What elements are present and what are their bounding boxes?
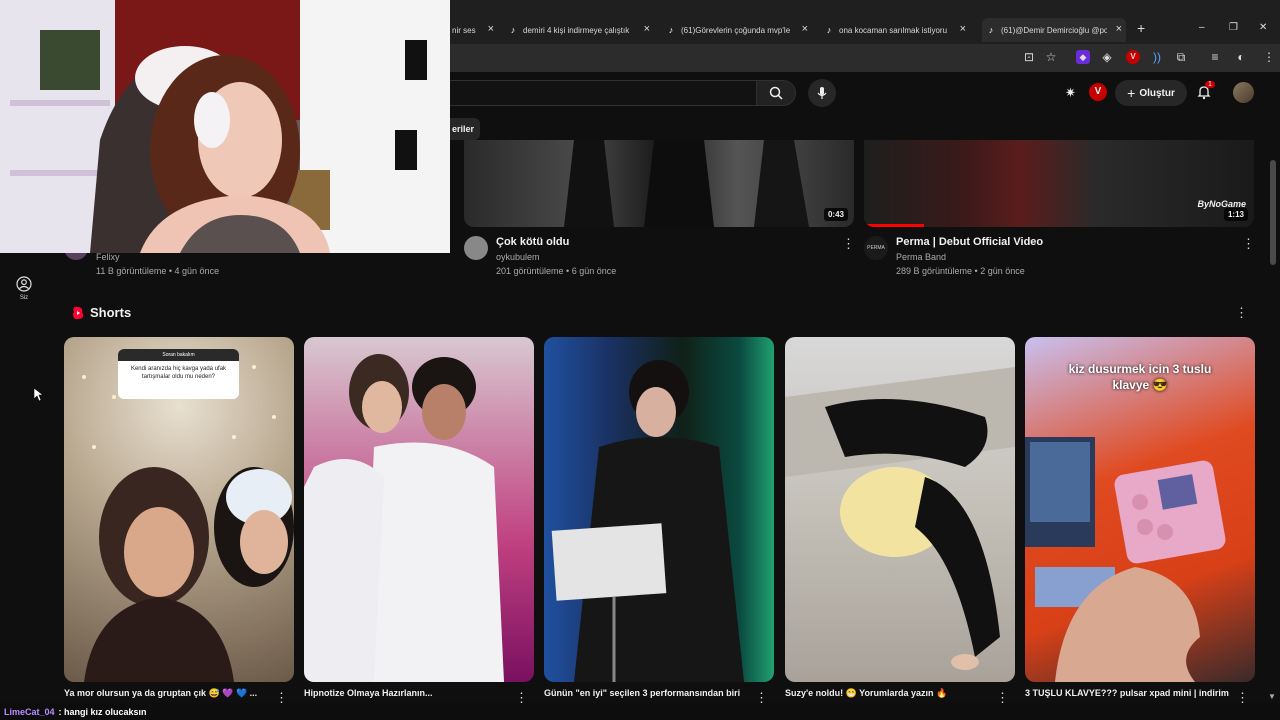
- short-thumbnail[interactable]: [544, 337, 774, 682]
- short-thumbnail[interactable]: [785, 337, 1015, 682]
- tiktok-icon: ♪: [668, 25, 674, 35]
- maximize-button[interactable]: ❐: [1229, 22, 1238, 33]
- video-meta: 11 B görüntüleme • 4 gün önce: [96, 266, 220, 276]
- create-button[interactable]: + Oluştur: [1115, 80, 1187, 106]
- browser-tab-active[interactable]: ♪ (61)@Demir Demircioğlu @pop ×: [982, 18, 1126, 42]
- close-window-button[interactable]: ✕: [1259, 22, 1267, 33]
- short-thumbnail[interactable]: [304, 337, 534, 682]
- section-options-icon[interactable]: ⋮: [1235, 306, 1248, 320]
- extensions-puzzle-icon[interactable]: ⧉: [1174, 50, 1188, 64]
- video-thumbnail[interactable]: 0:43: [464, 140, 854, 227]
- sidebar-item-label: Siz: [19, 295, 29, 301]
- short-title[interactable]: 3 TUŞLU KLAVYE??? pulsar xpad mini | ind…: [1025, 688, 1235, 698]
- section-title: Shorts: [90, 305, 132, 320]
- scrollbar-thumb[interactable]: [1270, 160, 1276, 265]
- microphone-icon: [817, 87, 827, 99]
- extension-v-icon[interactable]: V: [1126, 50, 1140, 64]
- video-duration: 1:13: [1223, 208, 1248, 221]
- tab-title: demiri 4 kişi indirmeye çalıştık: [523, 25, 630, 35]
- tab-title: ona kocaman sarılmak istiyoru: [839, 25, 948, 35]
- browser-menu-icon[interactable]: ⋮: [1262, 50, 1276, 64]
- video-title[interactable]: Çok kötü oldu: [496, 236, 569, 248]
- install-app-icon[interactable]: ⊡: [1022, 50, 1036, 64]
- profile-icon[interactable]: ◐: [1234, 50, 1248, 64]
- short-thumbnail[interactable]: kiz dusurmek icin 3 tuslu klavye 😎: [1025, 337, 1255, 682]
- video-duration: 0:43: [823, 208, 848, 221]
- extension-icon[interactable]: ◆: [1076, 50, 1090, 64]
- notifications-button[interactable]: 1: [1196, 81, 1215, 102]
- short-overlay-text: kiz dusurmek icin 3 tuslu klavye 😎: [1068, 362, 1212, 392]
- short-title[interactable]: Hipnotize Olmaya Hazırlanın...: [304, 688, 504, 698]
- close-tab-icon[interactable]: ×: [1116, 23, 1122, 35]
- browser-tab[interactable]: nir ses ×: [452, 18, 494, 42]
- tiktok-icon: ♪: [988, 25, 994, 35]
- chat-username: LimeCat_04: [4, 706, 55, 717]
- close-tab-icon[interactable]: ×: [488, 23, 494, 35]
- shorts-logo-icon: [72, 306, 84, 320]
- video-meta: 289 B görüntüleme • 2 gün önce: [896, 266, 1025, 276]
- channel-avatar[interactable]: [464, 236, 488, 260]
- video-title[interactable]: Perma | Debut Official Video: [896, 236, 1043, 248]
- question-sticker: Soran bakalım Kendi aranızda hiç kavga y…: [118, 349, 239, 399]
- bookmark-star-icon[interactable]: ☆: [1044, 50, 1058, 64]
- scroll-down-arrow[interactable]: ▼: [1268, 692, 1276, 701]
- create-label: Oluştur: [1139, 87, 1175, 99]
- browser-tab[interactable]: ♪ demiri 4 kişi indirmeye çalıştık ×: [508, 18, 650, 42]
- short-thumbnail[interactable]: Soran bakalım Kendi aranızda hiç kavga y…: [64, 337, 294, 682]
- account-avatar[interactable]: [1233, 82, 1254, 103]
- video-meta: 201 görüntüleme • 6 gün önce: [496, 266, 617, 276]
- extension-icon[interactable]: ◈: [1100, 50, 1114, 64]
- minimize-button[interactable]: –: [1199, 22, 1205, 33]
- channel-avatar[interactable]: PERMA: [864, 236, 888, 260]
- more-options-icon[interactable]: ⋮: [1242, 237, 1255, 251]
- plus-icon: +: [1127, 85, 1136, 101]
- user-circle-icon: [16, 276, 32, 292]
- close-tab-icon[interactable]: ×: [960, 23, 966, 35]
- search-icon: [769, 86, 783, 100]
- short-title[interactable]: Günün "en iyi" seçilen 3 performansından…: [544, 688, 744, 698]
- tiktok-icon: ♪: [510, 25, 516, 35]
- chat-message: : hangi kız olucaksın: [58, 706, 147, 717]
- search-input[interactable]: [440, 80, 756, 106]
- sticker-heading: Soran bakalım: [118, 349, 239, 361]
- stream-chat-line: LimeCat_04 : hangi kız olucaksın: [0, 703, 1280, 720]
- short-title[interactable]: Ya mor olursun ya da gruptan çık 😅 💜 💙 .…: [64, 688, 264, 699]
- search-button[interactable]: [756, 80, 796, 106]
- cast-icon[interactable]: ✷: [1065, 85, 1081, 101]
- browser-tab[interactable]: ♪ (61)Görevlerin çoğunda mvp'le ×: [666, 18, 808, 42]
- extension-icon[interactable]: )): [1150, 50, 1164, 64]
- close-tab-icon[interactable]: ×: [802, 23, 808, 35]
- watch-progress-bar: [864, 224, 924, 227]
- channel-name[interactable]: Felixy: [96, 252, 120, 262]
- new-tab-button[interactable]: +: [1137, 20, 1145, 36]
- close-tab-icon[interactable]: ×: [644, 23, 650, 35]
- channel-name[interactable]: oykubulem: [496, 252, 540, 262]
- browser-tab[interactable]: ♪ ona kocaman sarılmak istiyoru ×: [824, 18, 966, 42]
- video-thumbnail[interactable]: ByNoGame 1:13: [864, 140, 1254, 227]
- media-control-icon[interactable]: ≡: [1208, 50, 1222, 64]
- extension-v-icon[interactable]: V: [1089, 83, 1107, 101]
- webcam-overlay: [0, 0, 450, 253]
- more-options-icon[interactable]: ⋮: [842, 237, 855, 251]
- notification-badge: 1: [1205, 81, 1215, 88]
- tab-title: (61)Görevlerin çoğunda mvp'le: [681, 25, 791, 35]
- tab-title: (61)@Demir Demircioğlu @pop: [1001, 25, 1107, 35]
- voice-search-button[interactable]: [808, 79, 836, 107]
- tiktok-icon: ♪: [826, 25, 832, 35]
- channel-name[interactable]: Perma Band: [896, 252, 946, 262]
- sidebar-item-you[interactable]: Siz: [10, 276, 38, 301]
- sticker-text: Kendi aranızda hiç kavga yada ufak tartı…: [130, 366, 227, 380]
- short-title[interactable]: Suzy'e noldu! 😁 Yorumlarda yazın 🔥: [785, 688, 985, 699]
